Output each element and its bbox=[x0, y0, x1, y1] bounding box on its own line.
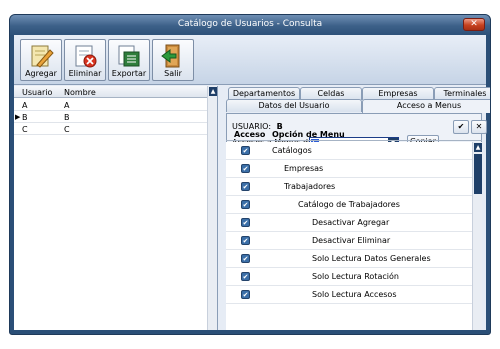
eliminar-button[interactable]: Eliminar bbox=[64, 39, 106, 81]
list-item[interactable]: ✔ Solo Lectura Rotación bbox=[226, 268, 472, 286]
column-acceso[interactable]: Acceso bbox=[234, 130, 265, 139]
menu-option-name: Desactivar Agregar bbox=[312, 218, 390, 227]
agregar-button[interactable]: Agregar bbox=[20, 39, 62, 81]
salir-label: Salir bbox=[164, 69, 182, 78]
list-item[interactable]: ✔ Solo Lectura Datos Generales bbox=[226, 250, 472, 268]
acceso-checkbox[interactable]: ✔ bbox=[241, 290, 250, 299]
exit-icon bbox=[161, 44, 180, 68]
menu-option-name: Desactivar Eliminar bbox=[312, 236, 391, 245]
list-item[interactable]: ✔ Catálogos bbox=[226, 142, 472, 160]
menu-option-name: Empresas bbox=[284, 164, 324, 173]
tab-acceso-a-menus[interactable]: Acceso a Menus bbox=[362, 99, 490, 113]
selected-row-indicator-icon: ▶ bbox=[15, 113, 21, 121]
close-button[interactable]: ✕ bbox=[463, 18, 485, 31]
cell-usuario: A bbox=[22, 101, 28, 110]
window-client: Agregar Eliminar Exportar Salir Usuario … bbox=[14, 35, 490, 330]
tab-datos-del-usuario[interactable]: Datos del Usuario bbox=[226, 99, 362, 112]
window-title: Catálogo de Usuarios - Consulta bbox=[177, 19, 323, 29]
column-opcion-de-menu[interactable]: Opción de Menu bbox=[272, 130, 345, 139]
cell-nombre: B bbox=[64, 113, 70, 122]
users-grid-header: Usuario Nombre bbox=[14, 86, 207, 98]
acceso-checkbox[interactable]: ✔ bbox=[241, 236, 250, 245]
cell-usuario: B bbox=[22, 113, 28, 122]
menu-option-name: Catálogo de Trabajadores bbox=[298, 200, 400, 209]
menu-list-scrollbar[interactable]: ▲ bbox=[472, 142, 482, 330]
table-row[interactable]: ▶ B B bbox=[14, 111, 207, 123]
acceso-checkbox[interactable]: ✔ bbox=[241, 182, 250, 191]
export-icon bbox=[118, 45, 140, 67]
menu-option-name: Trabajadores bbox=[284, 182, 336, 191]
eliminar-label: Eliminar bbox=[68, 69, 102, 78]
list-item[interactable]: ✔ Desactivar Eliminar bbox=[226, 232, 472, 250]
menu-option-name: Solo Lectura Accesos bbox=[312, 290, 397, 299]
acceso-checkbox[interactable]: ✔ bbox=[241, 254, 250, 263]
column-usuario[interactable]: Usuario bbox=[22, 88, 52, 97]
toolbar: Agregar Eliminar Exportar Salir bbox=[14, 35, 486, 85]
acceso-checkbox[interactable]: ✔ bbox=[241, 272, 250, 281]
menu-list: ✔ Catálogos ✔ Empresas ✔ Trabajadores ✔ … bbox=[226, 142, 472, 330]
list-item[interactable]: ✔ Empresas bbox=[226, 160, 472, 178]
acceso-checkbox[interactable]: ✔ bbox=[241, 146, 250, 155]
delete-icon bbox=[75, 45, 97, 68]
cell-nombre: A bbox=[64, 101, 70, 110]
scrollbar-thumb[interactable] bbox=[474, 154, 482, 194]
exportar-label: Exportar bbox=[111, 69, 147, 78]
users-grid-scrollbar[interactable]: ▲ bbox=[207, 86, 217, 330]
cell-usuario: C bbox=[22, 125, 28, 134]
title-bar[interactable]: Catálogo de Usuarios - Consulta ✕ bbox=[10, 15, 490, 35]
menu-option-name: Solo Lectura Rotación bbox=[312, 272, 399, 281]
scroll-up-icon[interactable]: ▲ bbox=[474, 143, 482, 152]
salir-button[interactable]: Salir bbox=[152, 39, 194, 81]
acceso-checkbox[interactable]: ✔ bbox=[241, 200, 250, 209]
agregar-label: Agregar bbox=[25, 69, 57, 78]
detail-pane: Departamentos Celdas Empresas Terminales… bbox=[220, 86, 490, 330]
menu-option-name: Solo Lectura Datos Generales bbox=[312, 254, 431, 263]
list-item[interactable]: ✔ Trabajadores bbox=[226, 178, 472, 196]
table-row[interactable]: C C bbox=[14, 123, 207, 135]
exportar-button[interactable]: Exportar bbox=[108, 39, 150, 81]
scroll-up-icon[interactable]: ▲ bbox=[209, 87, 217, 96]
cell-nombre: C bbox=[64, 125, 70, 134]
list-item[interactable]: ✔ Solo Lectura Accesos bbox=[226, 286, 472, 304]
acceso-checkbox[interactable]: ✔ bbox=[241, 218, 250, 227]
edit-icon bbox=[31, 45, 54, 68]
column-nombre[interactable]: Nombre bbox=[64, 88, 96, 97]
list-item[interactable]: ✔ Catálogo de Trabajadores bbox=[226, 196, 472, 214]
menu-option-name: Catálogos bbox=[272, 146, 312, 155]
users-grid: Usuario Nombre A A ▶ B B C C ▲ bbox=[14, 86, 218, 330]
main-window: Catálogo de Usuarios - Consulta ✕ Agrega… bbox=[9, 14, 491, 335]
acceso-checkbox[interactable]: ✔ bbox=[241, 164, 250, 173]
menu-grid-header: Acceso Opción de Menu bbox=[226, 129, 482, 141]
table-row[interactable]: A A bbox=[14, 99, 207, 111]
list-item[interactable]: ✔ Desactivar Agregar bbox=[226, 214, 472, 232]
